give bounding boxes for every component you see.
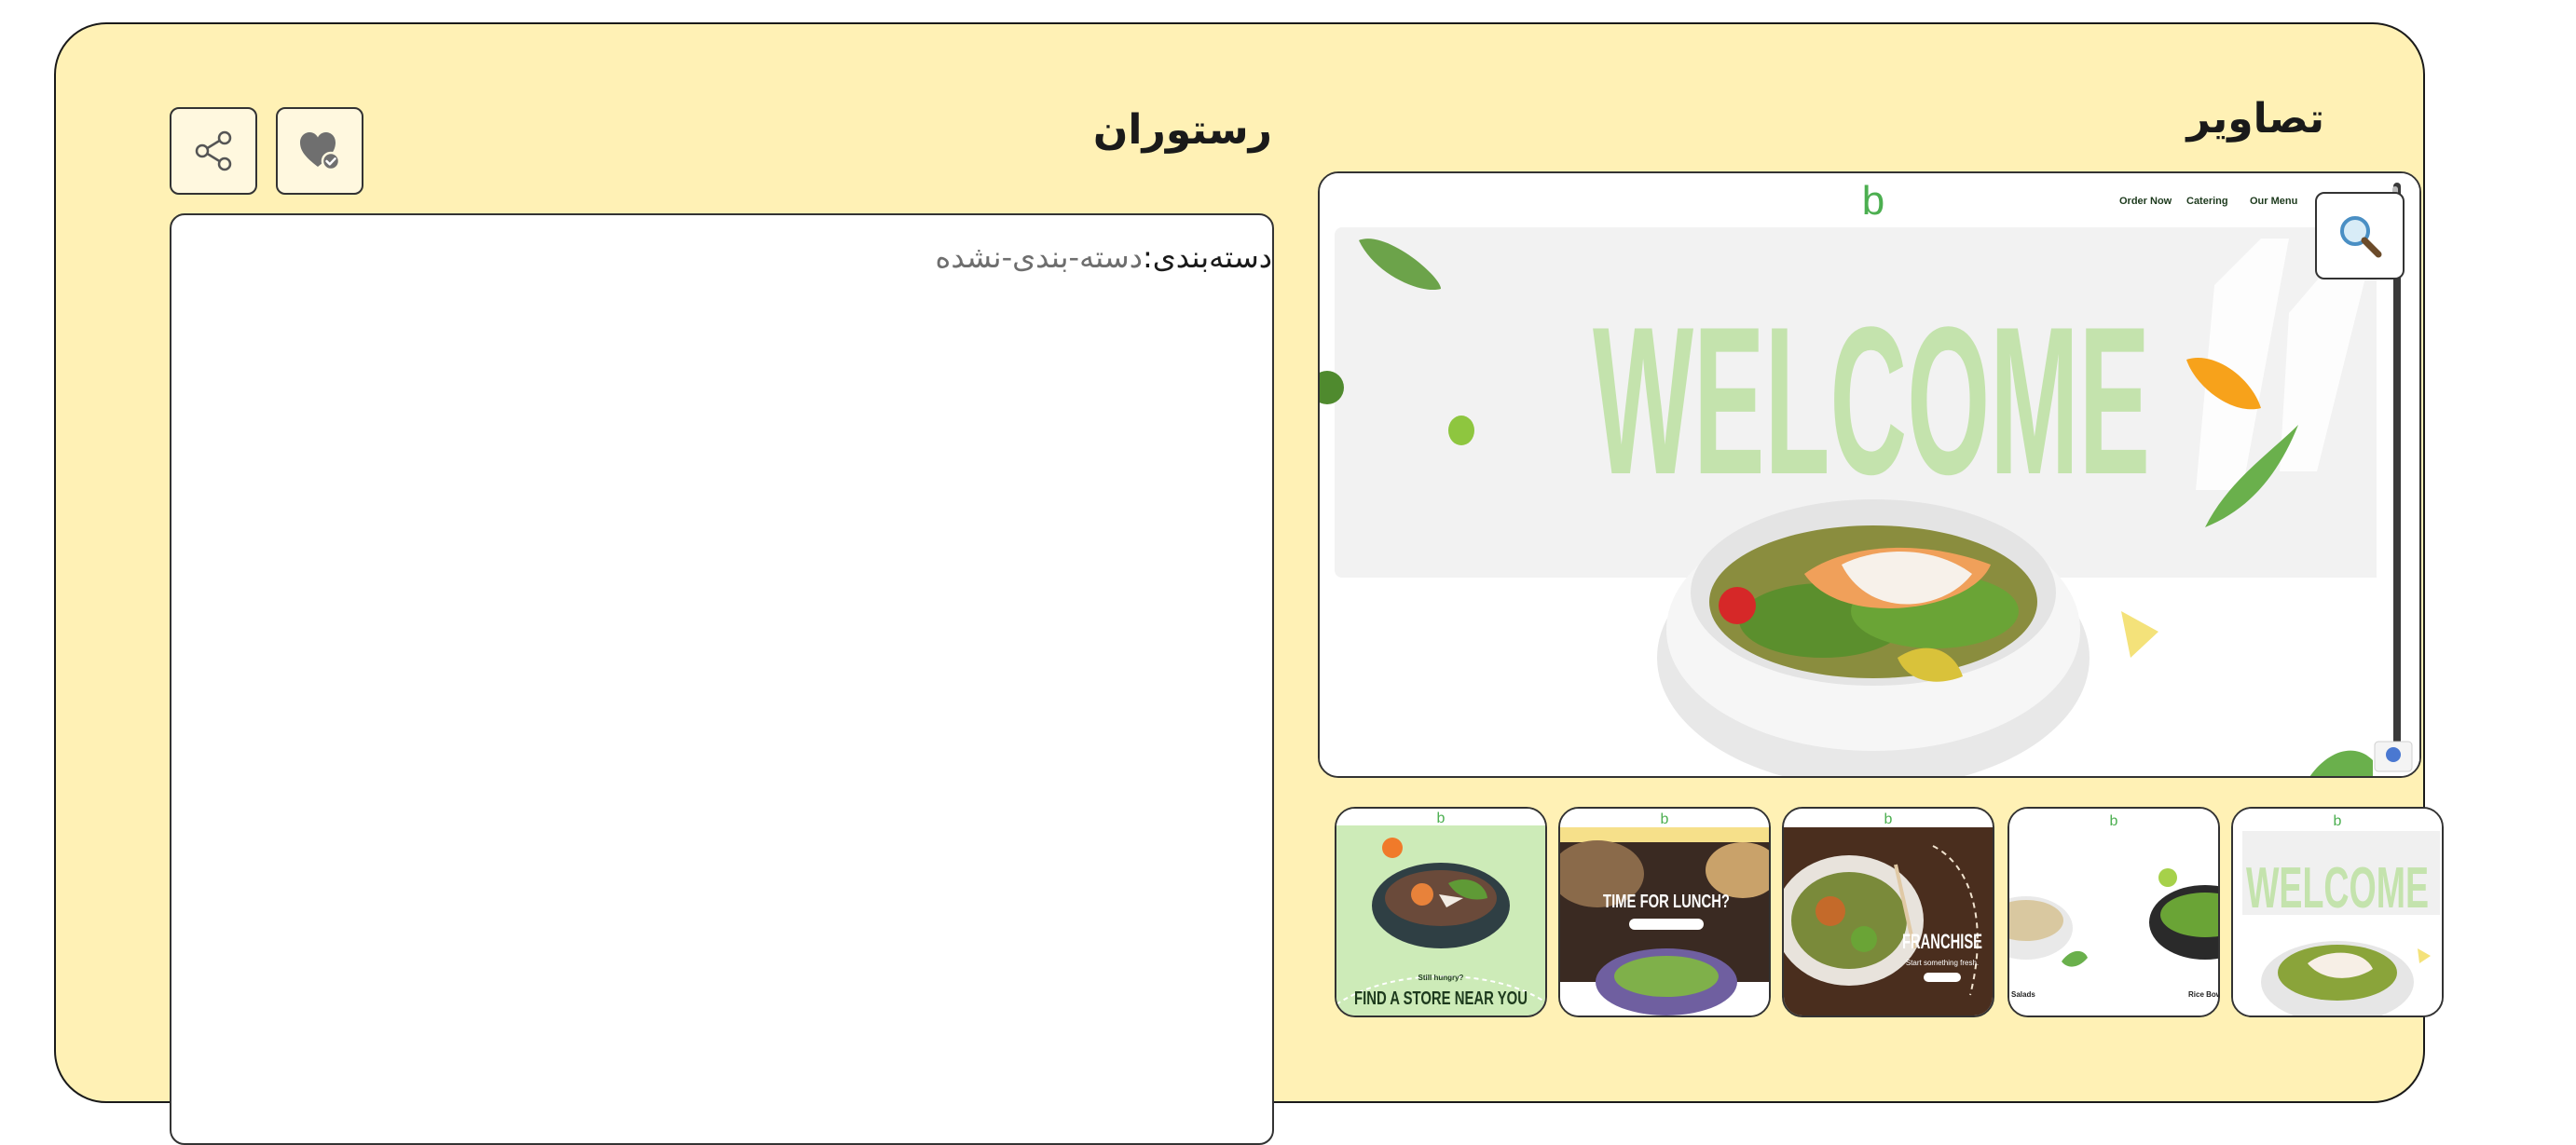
thumbnail-lunch-image: b TIME FOR LUNCH?: [1560, 809, 1769, 1016]
thumb-logo: b: [2334, 813, 2342, 829]
thumb-logo: b: [1437, 811, 1446, 826]
restaurant-title: رستوران: [1092, 106, 1272, 154]
thumbnail-3[interactable]: b FRANCHISE Start something fresh.: [1782, 807, 1994, 1017]
main-image[interactable]: b Order Now Catering Our Menu WELCOME: [1318, 171, 2421, 778]
thumbnail-5[interactable]: b Still hungry? FIND A STORE NEAR YOU: [1335, 807, 1547, 1017]
thumbnail-2[interactable]: b Salads Rice Bow: [2007, 807, 2220, 1017]
thumb-logo: b: [2110, 813, 2118, 829]
heart-check-icon: [300, 132, 341, 171]
category-value[interactable]: دسته-بندی-نشده: [936, 239, 1143, 275]
thumb-franchise-sub: Start something fresh.: [1906, 959, 1979, 967]
thumb-logo: b: [1661, 811, 1669, 827]
thumbnail-store-image: b Still hungry? FIND A STORE NEAR YOU: [1336, 809, 1545, 1016]
zoom-button[interactable]: [2315, 192, 2405, 279]
hero-welcome: WELCOME: [1593, 282, 2150, 518]
restaurant-info-panel: دسته‌بندی:دسته-بندی-نشده: [170, 213, 1274, 1145]
category-label: دسته‌بندی:: [1142, 239, 1272, 275]
logo-letter: b: [1862, 178, 1884, 224]
thumb-lunch-text: TIME FOR LUNCH?: [1603, 892, 1730, 912]
magnifier-icon: [2340, 216, 2382, 258]
share-icon: [195, 130, 232, 171]
thumbnail-bowls-image: b Salads Rice Bow: [2009, 809, 2220, 1016]
category-line: دسته‌بندی:دسته-بندی-نشده: [936, 239, 1272, 275]
thumb-still-hungry: Still hungry?: [1418, 974, 1464, 982]
thumb-salads-label: Salads: [2011, 990, 2035, 999]
share-button[interactable]: [170, 107, 257, 195]
nav-our-menu: Our Menu: [2250, 196, 2297, 207]
nav-catering: Catering: [2186, 196, 2228, 207]
thumb-find-store-text: FIND A STORE NEAR YOU: [1354, 988, 1528, 1009]
thumb-welcome-text: WELCOME: [2246, 856, 2429, 920]
nav-order-now: Order Now: [2119, 196, 2172, 207]
thumb-rice-bowl-label: Rice Bow: [2188, 990, 2220, 999]
thumbnail-4[interactable]: b TIME FOR LUNCH?: [1558, 807, 1771, 1017]
images-title: تصاویر: [2186, 95, 2324, 143]
gallery-card: تصاویر رستوران دسته‌بندی:دسته-بندی-نشده: [54, 22, 2444, 1145]
favorite-button[interactable]: [276, 107, 363, 195]
thumbnail-welcome-image: b WELCOME: [2233, 809, 2442, 1016]
main-image-screenshot: b Order Now Catering Our Menu WELCOME: [1320, 173, 2419, 776]
thumbnail-1[interactable]: b WELCOME: [2231, 807, 2444, 1017]
thumbnail-franchise-image: b FRANCHISE Start something fresh.: [1784, 809, 1993, 1016]
thumb-logo: b: [1884, 811, 1893, 827]
thumb-franchise-text: FRANCHISE: [1902, 930, 1982, 953]
